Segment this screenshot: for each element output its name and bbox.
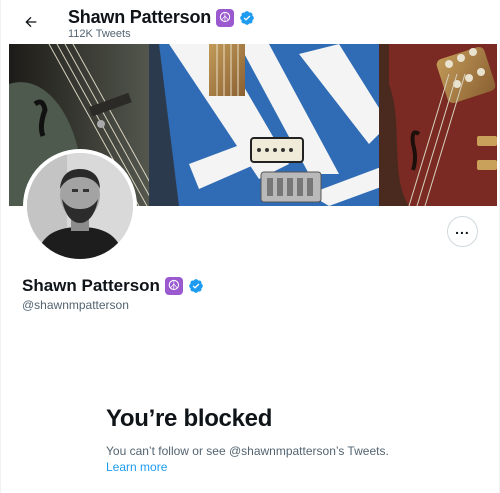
profile-handle: @shawnmpatterson: [22, 298, 129, 312]
peace-emoji-icon: ☮: [216, 8, 235, 27]
avatar[interactable]: [23, 149, 137, 263]
peace-emoji-icon: ☮: [164, 277, 183, 295]
more-options-button[interactable]: ...: [447, 216, 478, 247]
tweet-count: 112K Tweets: [68, 28, 131, 40]
arrow-left-icon: [25, 16, 37, 28]
learn-more-link[interactable]: Learn more: [106, 460, 167, 474]
avatar-image: [27, 153, 133, 259]
blocked-description: You can’t follow or see @shawnmpatterson…: [106, 444, 389, 458]
blocked-title: You’re blocked: [106, 405, 273, 432]
more-horizontal-icon: ...: [455, 220, 470, 237]
header-name: Shawn Patterson: [68, 7, 212, 27]
verified-badge-icon: [189, 279, 203, 293]
profile-page: Shawn Patterson ☮ 112K Tweets ... Shawn …: [0, 0, 500, 493]
profile-name: Shawn Patterson ☮: [22, 276, 204, 296]
verified-badge-icon: [240, 10, 254, 25]
top-bar: Shawn Patterson ☮ 112K Tweets: [1, 0, 500, 44]
profile-display-name: Shawn Patterson: [22, 276, 160, 295]
back-button[interactable]: [17, 8, 45, 36]
header-title: Shawn Patterson ☮: [68, 7, 255, 28]
